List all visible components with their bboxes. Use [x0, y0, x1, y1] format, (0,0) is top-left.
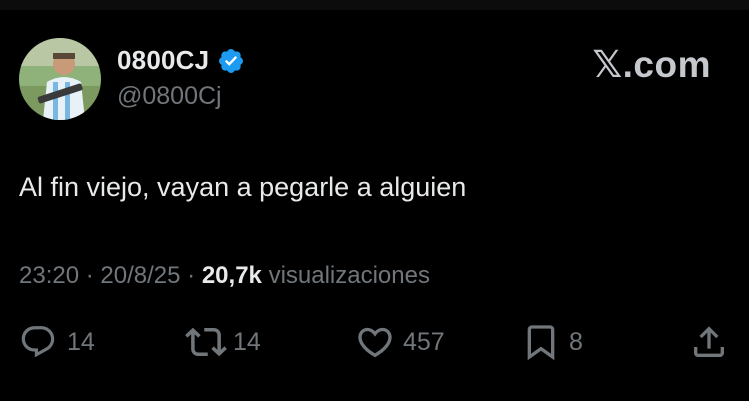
bookmark-icon — [527, 325, 555, 361]
tweet-text: Al fin viejo, vayan a pegarle a alguien — [19, 172, 467, 202]
bookmark-button[interactable]: 8 — [521, 320, 583, 364]
like-button[interactable]: 457 — [355, 320, 445, 364]
repost-count: 14 — [233, 327, 261, 356]
share-button[interactable] — [689, 320, 729, 364]
bookmark-count: 8 — [569, 327, 583, 356]
share-icon — [694, 326, 724, 357]
tweet-time[interactable]: 23:20 — [19, 262, 79, 289]
brand-label: 𝕏.com — [592, 44, 711, 85]
verified-icon — [217, 47, 245, 75]
display-name-text: 0800CJ — [117, 45, 210, 75]
tweet-meta: 23:20 · 20/8/25 · 20,7k visualizaciones — [19, 262, 430, 290]
avatar[interactable] — [19, 38, 101, 120]
tweet-date[interactable]: 20/8/25 — [100, 262, 180, 289]
repost-button[interactable]: 14 — [185, 320, 261, 364]
meta-separator: · — [187, 262, 202, 289]
author-handle[interactable]: @0800Cj — [117, 82, 222, 111]
like-icon — [358, 327, 392, 358]
reply-icon — [21, 326, 55, 358]
reply-count: 14 — [67, 327, 95, 356]
views-count: 20,7k — [201, 262, 269, 289]
avatar-image — [19, 38, 101, 120]
like-count: 457 — [403, 327, 445, 356]
action-bar: 14 14 457 8 — [0, 320, 749, 364]
top-strip — [0, 0, 749, 10]
author-display-name[interactable]: 0800CJ — [117, 45, 245, 76]
repost-icon — [185, 327, 227, 357]
reply-button[interactable]: 14 — [19, 320, 95, 364]
views-label: visualizaciones — [268, 262, 430, 289]
meta-separator: · — [85, 262, 101, 289]
